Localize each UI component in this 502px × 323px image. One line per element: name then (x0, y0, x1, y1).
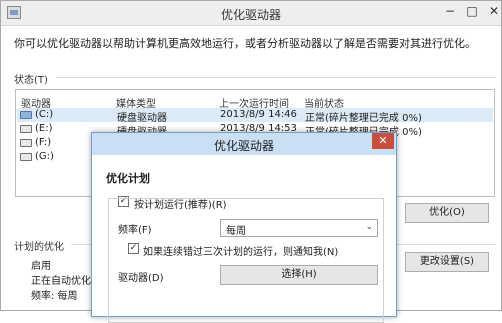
chevron-down-icon: ⌄ (365, 222, 373, 232)
optimize-button[interactable]: 优化(O) (405, 203, 489, 223)
schedule-frequency-text: 频率: 每周 (31, 291, 78, 302)
drives-label: 驱动器(D) (118, 273, 164, 284)
section-divider (56, 77, 496, 78)
schedule-section-label: 计划的优化 (14, 242, 64, 253)
title-bar[interactable]: 优化驱动器 − □ ✕ (1, 1, 501, 26)
window-title: 优化驱动器 (220, 8, 281, 22)
dialog-title-bar[interactable]: 优化驱动器 ✕ (92, 133, 396, 155)
drive-name: (G:) (35, 151, 54, 162)
drive-icon (20, 139, 32, 147)
system-drive-icon (20, 111, 32, 119)
frequency-select[interactable]: 每周 ⌄ (220, 219, 378, 237)
drive-name: (E:) (35, 123, 53, 134)
drive-icon (20, 125, 32, 133)
notify-missed-runs-checkbox[interactable]: ✓ (128, 243, 139, 254)
drive-icon (20, 153, 32, 161)
dialog-title: 优化驱动器 (213, 139, 274, 153)
drive-name: (F:) (35, 137, 52, 148)
drive-last-run: 2013/8/9 14:46 (220, 109, 297, 120)
dialog-heading: 优化计划 (106, 172, 150, 185)
schedule-state: 启用 (31, 261, 51, 272)
drive-row-c[interactable]: (C:) 硬盘驱动器 2013/8/9 14:46 正常(碎片整理已完成 0%) (17, 108, 493, 124)
maximize-button[interactable]: □ (461, 3, 483, 21)
frequency-value: 每周 (226, 226, 246, 237)
change-settings-button[interactable]: 更改设置(S) (405, 252, 489, 272)
intro-text: 你可以优化驱动器以帮助计算机更高效地运行，或者分析驱动器以了解是否需要对其进行优… (14, 37, 476, 50)
drive-name: (C:) (35, 109, 54, 120)
close-button[interactable]: ✕ (483, 3, 502, 21)
schedule-options-group (108, 198, 384, 323)
status-section-label: 状态(T) (14, 75, 48, 86)
dialog-close-button[interactable]: ✕ (372, 133, 394, 149)
optimization-schedule-dialog: 优化驱动器 ✕ 优化计划 ✓ 按计划运行(推荐)(R) 频率(F) 每周 ⌄ ✓… (91, 132, 397, 323)
notify-missed-runs-label[interactable]: 如果连续错过三次计划的运行，则通知我(N) (143, 243, 338, 258)
frequency-label: 频率(F) (118, 225, 152, 236)
choose-drives-button[interactable]: 选择(H) (220, 265, 378, 285)
minimize-button[interactable]: − (439, 3, 461, 21)
